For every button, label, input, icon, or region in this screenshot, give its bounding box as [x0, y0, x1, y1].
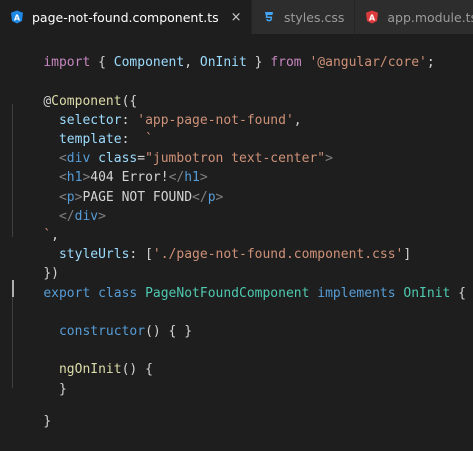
code-line-15: constructor() { } — [12, 303, 473, 339]
token: OnInit — [403, 285, 451, 301]
tab-label: page-not-found.component.ts — [32, 9, 219, 25]
code-line-9: </div> — [12, 188, 473, 224]
close-tab-icon[interactable]: × — [231, 10, 242, 25]
token: () { } — [145, 324, 193, 339]
code-line-13: export class PageNotFoundComponent imple… — [12, 264, 473, 301]
code-line-17: ngOnInit() { — [12, 341, 473, 377]
code-line-10: `, — [12, 207, 473, 243]
css-icon — [262, 10, 276, 24]
code-line-7: <h1>404 Error!</h1> — [12, 149, 473, 185]
token: '@angular/core' — [309, 55, 427, 71]
token: from — [270, 55, 302, 71]
code-line-5: template: ` — [12, 111, 473, 147]
angular-icon: A — [365, 10, 379, 24]
token: PageNotFoundComponent — [145, 285, 310, 301]
tab-label: styles.css — [284, 9, 345, 25]
token: OnInit — [199, 55, 247, 71]
code-line-12: }) — [12, 245, 473, 281]
code-editor[interactable]: import { Component, OnInit } from '@angu… — [0, 34, 473, 441]
tab-app-module-ts[interactable]: A app.module.ts — [355, 0, 473, 34]
tab-label: app.module.ts — [387, 9, 473, 25]
token: { — [450, 285, 467, 301]
code-line-11: styleUrls: ['./page-not-found.component.… — [12, 226, 473, 262]
code-line-3: @Component({ — [12, 72, 473, 109]
token: } — [43, 414, 52, 430]
code-line-18: } — [12, 360, 473, 397]
code-line-4: selector: 'app-page-not-found', — [12, 92, 473, 128]
token: constructor — [58, 324, 146, 339]
token: export — [43, 285, 91, 301]
token: Component — [113, 55, 185, 71]
svg-text:A: A — [14, 13, 21, 22]
code-line-8: <p>PAGE NOT FOUND</p> — [12, 168, 473, 205]
token: } — [246, 55, 271, 71]
token: { — [90, 55, 114, 71]
angular-ts-icon: A — [10, 10, 24, 24]
svg-text:A: A — [369, 13, 376, 22]
token: , — [184, 55, 200, 71]
code-line-1: import { Component, OnInit } from '@angu… — [12, 34, 473, 70]
token: implements — [317, 285, 396, 301]
code-line-20: } — [12, 393, 473, 429]
token: import — [43, 55, 91, 71]
token: class — [98, 285, 138, 301]
code-line-6: <div class="jumbotron text-center"> — [12, 130, 473, 166]
token: ; — [426, 55, 435, 71]
editor-tab-bar: A page-not-found.component.ts × styles.c… — [0, 0, 473, 34]
tab-page-not-found-component-ts[interactable]: A page-not-found.component.ts × — [0, 0, 252, 34]
tab-styles-css[interactable]: styles.css — [252, 0, 356, 34]
